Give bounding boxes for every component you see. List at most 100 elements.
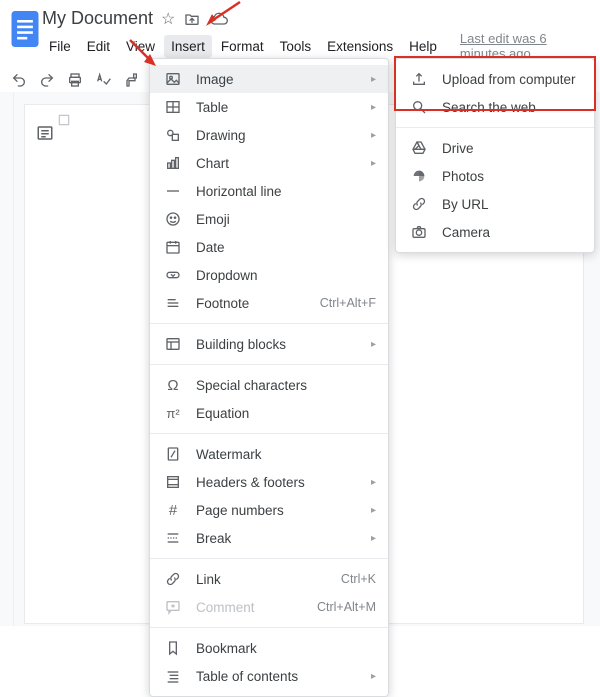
horizontal-line-icon — [164, 182, 182, 200]
insert-special-characters-item[interactable]: Ω Special characters — [150, 371, 388, 399]
cloud-status-icon[interactable] — [209, 11, 229, 27]
insert-page-numbers-item[interactable]: # Page numbers ▸ — [150, 496, 388, 524]
equation-icon: π² — [164, 404, 182, 422]
chevron-right-icon: ▸ — [371, 477, 376, 488]
camera-icon — [410, 223, 428, 241]
upload-icon — [410, 70, 428, 88]
menu-label: Horizontal line — [196, 184, 376, 199]
chevron-right-icon: ▸ — [371, 505, 376, 516]
shortcut-hint: Ctrl+K — [341, 572, 376, 586]
drawing-icon — [164, 126, 182, 144]
chevron-right-icon: ▸ — [371, 158, 376, 169]
menu-label: Photos — [442, 169, 582, 184]
image-icon — [164, 70, 182, 88]
omega-icon: Ω — [164, 376, 182, 394]
camera-item[interactable]: Camera — [396, 218, 594, 246]
insert-toc-item[interactable]: Table of contents ▸ — [150, 662, 388, 690]
dropdown-icon — [164, 266, 182, 284]
search-the-web-item[interactable]: Search the web — [396, 93, 594, 121]
menu-label: Bookmark — [196, 641, 376, 656]
link-icon — [164, 570, 182, 588]
chevron-right-icon: ▸ — [371, 102, 376, 113]
menubar: File Edit View Insert Format Tools Exten… — [42, 29, 592, 61]
insert-equation-item[interactable]: π² Equation — [150, 399, 388, 427]
undo-button[interactable] — [6, 67, 32, 93]
insert-bookmark-item[interactable]: Bookmark — [150, 634, 388, 662]
by-url-item[interactable]: By URL — [396, 190, 594, 218]
move-icon[interactable] — [183, 11, 201, 27]
paint-format-button[interactable] — [118, 67, 144, 93]
menu-label: Image — [196, 72, 363, 87]
menu-label: Search the web — [442, 100, 582, 115]
menu-label: Comment — [196, 600, 317, 615]
menu-label: Dropdown — [196, 268, 376, 283]
image-submenu: Upload from computer Search the web Driv… — [395, 58, 595, 253]
insert-headers-footers-item[interactable]: Headers & footers ▸ — [150, 468, 388, 496]
photos-item[interactable]: Photos — [396, 162, 594, 190]
outline-toggle-icon[interactable] — [33, 121, 57, 145]
break-icon — [164, 529, 182, 547]
insert-image-item[interactable]: Image ▸ — [150, 65, 388, 93]
menu-file[interactable]: File — [42, 35, 78, 58]
menu-label: Special characters — [196, 378, 376, 393]
insert-table-item[interactable]: Table ▸ — [150, 93, 388, 121]
insert-drawing-item[interactable]: Drawing ▸ — [150, 121, 388, 149]
menu-label: Watermark — [196, 447, 376, 462]
insert-watermark-item[interactable]: Watermark — [150, 440, 388, 468]
insert-link-item[interactable]: Link Ctrl+K — [150, 565, 388, 593]
insert-date-item[interactable]: Date — [150, 233, 388, 261]
watermark-icon — [164, 445, 182, 463]
menu-insert[interactable]: Insert — [164, 35, 212, 58]
menu-label: Table of contents — [196, 669, 363, 684]
last-edit-link[interactable]: Last edit was 6 minutes ago — [460, 31, 592, 61]
chevron-right-icon: ▸ — [371, 339, 376, 350]
menu-separator — [150, 364, 388, 365]
upload-from-computer-item[interactable]: Upload from computer — [396, 65, 594, 93]
insert-chart-item[interactable]: Chart ▸ — [150, 149, 388, 177]
docs-logo-icon[interactable] — [8, 6, 42, 52]
menu-label: Break — [196, 531, 363, 546]
doc-title[interactable]: My Document — [42, 8, 153, 29]
menu-label: Emoji — [196, 212, 376, 227]
menu-label: Page numbers — [196, 503, 363, 518]
menu-tools[interactable]: Tools — [273, 35, 319, 58]
menu-label: Chart — [196, 156, 363, 171]
insert-building-blocks-item[interactable]: Building blocks ▸ — [150, 330, 388, 358]
menu-view[interactable]: View — [119, 35, 162, 58]
menu-edit[interactable]: Edit — [80, 35, 117, 58]
menu-label: Building blocks — [196, 337, 363, 352]
date-icon — [164, 238, 182, 256]
page-margin-icon — [55, 111, 73, 129]
menu-label: Drawing — [196, 128, 363, 143]
menu-label: Drive — [442, 141, 582, 156]
insert-horizontal-line-item[interactable]: Horizontal line — [150, 177, 388, 205]
menu-help[interactable]: Help — [402, 35, 444, 58]
spellcheck-button[interactable] — [90, 67, 116, 93]
chevron-right-icon: ▸ — [371, 130, 376, 141]
menu-separator — [396, 127, 594, 128]
menu-label: Footnote — [196, 296, 320, 311]
insert-break-item[interactable]: Break ▸ — [150, 524, 388, 552]
headers-footers-icon — [164, 473, 182, 491]
insert-footnote-item[interactable]: Footnote Ctrl+Alt+F — [150, 289, 388, 317]
building-blocks-icon — [164, 335, 182, 353]
menu-separator — [150, 323, 388, 324]
menu-label: Date — [196, 240, 376, 255]
menu-label: By URL — [442, 197, 582, 212]
emoji-icon — [164, 210, 182, 228]
chevron-right-icon: ▸ — [371, 671, 376, 682]
print-button[interactable] — [62, 67, 88, 93]
insert-dropdown: Image ▸ Table ▸ Drawing ▸ Chart ▸ Horizo… — [149, 58, 389, 697]
menu-extensions[interactable]: Extensions — [320, 35, 400, 58]
chevron-right-icon: ▸ — [371, 74, 376, 85]
menu-format[interactable]: Format — [214, 35, 271, 58]
menu-label: Equation — [196, 406, 376, 421]
insert-emoji-item[interactable]: Emoji — [150, 205, 388, 233]
drive-item[interactable]: Drive — [396, 134, 594, 162]
star-icon[interactable]: ☆ — [161, 9, 175, 29]
menu-separator — [150, 433, 388, 434]
insert-dropdown-item[interactable]: Dropdown — [150, 261, 388, 289]
menu-label: Upload from computer — [442, 72, 582, 87]
menu-label: Link — [196, 572, 341, 587]
redo-button[interactable] — [34, 67, 60, 93]
